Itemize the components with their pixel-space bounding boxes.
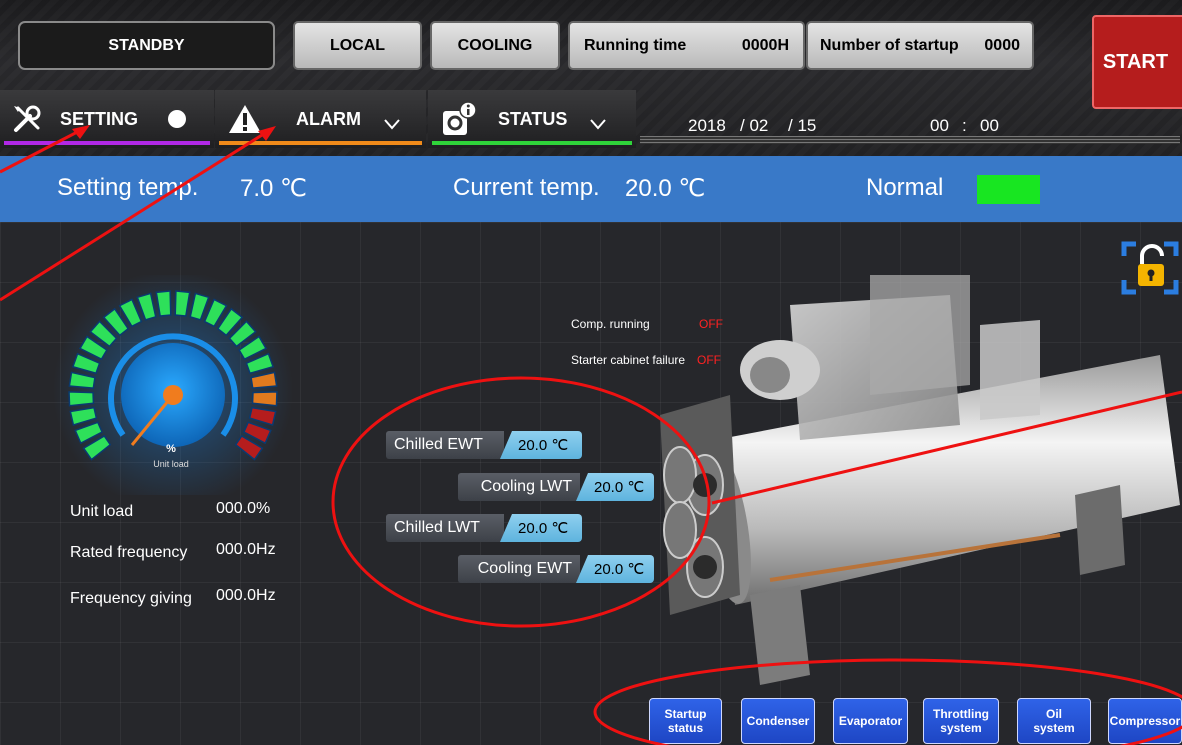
startup-count-label: Number of startup	[820, 36, 959, 54]
unit-load-value: 000.0%	[216, 500, 271, 517]
oil-line1: Oil	[1045, 706, 1062, 721]
running-time-value: 0000H	[741, 36, 789, 54]
startup-status-line1: Startup	[664, 706, 707, 721]
gauge-unit: %	[166, 443, 176, 455]
current-temp-label: Current temp.	[453, 174, 600, 201]
dot-indicator-icon	[168, 110, 187, 128]
startup-status-button[interactable]: Startup status	[649, 698, 722, 744]
date-month: / 02	[740, 116, 769, 135]
hmi-screen: STANDBY LOCAL COOLING Running time 0000H…	[0, 0, 1182, 745]
temperature-strip: Setting temp. 7.0 ℃ Current temp. 20.0 ℃…	[0, 156, 1182, 222]
frequency-giving-label: Frequency giving	[70, 590, 192, 607]
chilled-lwt-label: Chilled LWT	[386, 514, 504, 542]
time-hour: 00	[930, 116, 949, 135]
condenser-button[interactable]: Condenser	[741, 698, 815, 744]
date-day: / 15	[788, 116, 817, 135]
unit-load-gauge: % Unit load	[53, 275, 293, 495]
starter-cabinet-failure-label: Starter cabinet failure	[571, 353, 686, 367]
status-menu[interactable]: STATUS	[428, 90, 636, 148]
chiller-illustration	[660, 275, 1180, 685]
startup-status-line2: status	[667, 721, 704, 735]
chilled-lwt-value: 20.0 ℃	[500, 514, 582, 542]
comp-running-label: Comp. running	[571, 317, 650, 331]
gauge-segment	[68, 391, 95, 407]
oil-system-button[interactable]: Oil system	[1017, 698, 1091, 744]
current-temp-value: 20.0 ℃	[625, 175, 706, 202]
running-time-display: Running time 0000H	[568, 21, 805, 70]
throttling-system-button[interactable]: Throttling system	[923, 698, 999, 744]
chevron-down-icon	[590, 119, 607, 130]
unit-load-label: Unit load	[70, 503, 134, 520]
local-mode-button[interactable]: LOCAL	[293, 21, 422, 70]
starter-cabinet-failure-value: OFF	[697, 353, 721, 367]
startup-count-value: 0000	[984, 36, 1020, 54]
chilled-ewt-box: Chilled EWT 20.0 ℃	[386, 431, 582, 459]
compressor-button[interactable]: Compressor	[1108, 698, 1182, 744]
gear-info-icon	[443, 101, 477, 135]
alarm-menu[interactable]: ALARM	[215, 90, 426, 148]
warning-icon	[229, 105, 261, 133]
start-button[interactable]: START	[1092, 15, 1182, 109]
setting-menu-label: SETTING	[60, 108, 139, 129]
setting-temp-value: 7.0 ℃	[240, 175, 307, 202]
date-divider	[640, 136, 1180, 144]
time-colon: :	[962, 116, 967, 135]
throttling-line2: system	[940, 721, 982, 735]
gauge-segment	[251, 391, 278, 407]
cooling-ewt-box: Cooling EWT 20.0 ℃	[458, 555, 654, 583]
status-menu-label: STATUS	[498, 108, 568, 129]
chilled-ewt-label: Chilled EWT	[386, 431, 504, 459]
cooling-mode-button[interactable]: COOLING	[430, 21, 560, 70]
cooling-ewt-value: 20.0 ℃	[576, 555, 654, 583]
cooling-lwt-value: 20.0 ℃	[576, 473, 654, 501]
cooling-lwt-box: Cooling LWT 20.0 ℃	[458, 473, 654, 501]
oil-line2: system	[1033, 721, 1075, 735]
normal-status-indicator	[977, 175, 1040, 204]
running-time-label: Running time	[584, 36, 687, 54]
alarm-menu-label: ALARM	[296, 108, 361, 129]
gauge-caption: Unit load	[153, 459, 189, 469]
cooling-ewt-label: Cooling EWT	[458, 555, 580, 583]
chilled-ewt-value: 20.0 ℃	[500, 431, 582, 459]
chevron-down-icon	[384, 119, 400, 130]
mode-status-display: STANDBY	[18, 21, 275, 70]
setting-menu[interactable]: SETTING	[0, 90, 214, 148]
rated-frequency-label: Rated frequency	[70, 544, 188, 561]
cooling-lwt-label: Cooling LWT	[458, 473, 580, 501]
setting-temp-label: Setting temp.	[57, 174, 199, 201]
time-minute: 00	[980, 116, 999, 135]
date-year: 2018	[688, 116, 726, 135]
normal-status-text: Normal	[866, 174, 944, 201]
padlock-icon[interactable]	[1118, 238, 1182, 298]
evaporator-button[interactable]: Evaporator	[833, 698, 908, 744]
comp-running-value: OFF	[699, 317, 723, 331]
date-time-display: 2018 / 02 / 15 00 : 00	[640, 104, 1180, 144]
throttling-line1: Throttling	[933, 706, 989, 721]
tools-icon	[14, 105, 41, 132]
startup-count-display: Number of startup 0000	[806, 21, 1034, 70]
rated-frequency-value: 000.0Hz	[216, 541, 276, 558]
frequency-giving-value: 000.0Hz	[216, 587, 276, 604]
chilled-lwt-box: Chilled LWT 20.0 ℃	[386, 514, 582, 542]
